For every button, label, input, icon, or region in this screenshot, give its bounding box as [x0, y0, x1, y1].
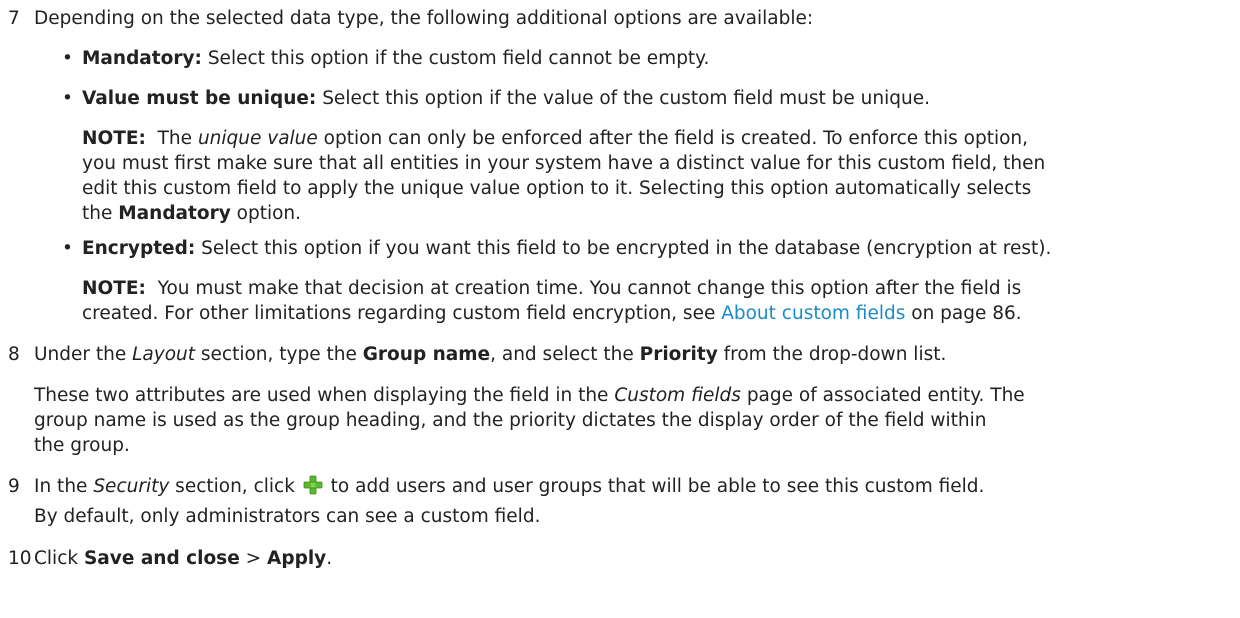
bullet-marker: • [62, 88, 73, 109]
emphasis: unique value [197, 128, 318, 149]
bullet-marker: • [62, 48, 73, 69]
note-label: NOTE: [82, 278, 146, 299]
bullet-text: Select this option if you want this fiel… [195, 238, 1052, 259]
bullet-text: Select this option if the custom field c… [201, 48, 710, 69]
bullet-term: Mandatory: [82, 48, 202, 69]
step-number: 8 [8, 344, 20, 365]
bullet-term: Encrypted: [82, 238, 196, 259]
step-text: Under the Layout section, type the Group… [34, 344, 947, 365]
bullet-marker: • [62, 238, 73, 259]
add-icon [303, 475, 323, 495]
about-custom-fields-link[interactable]: About custom fields [721, 303, 905, 324]
document-page: 7 Depending on the selected data type, t… [8, 8, 1052, 569]
note-label: NOTE: [82, 128, 146, 149]
step-text: Click Save and close > Apply. [34, 548, 333, 569]
step-number: 7 [8, 8, 20, 29]
note-line: you must first make sure that all entiti… [82, 153, 1046, 174]
step-number: 10 [8, 548, 32, 569]
bullet-term: Value must be unique: [82, 88, 317, 109]
bullet-text: Select this option if the value of the c… [316, 88, 930, 109]
step-text: Depending on the selected data type, the… [34, 8, 814, 29]
step-number: 9 [8, 476, 20, 497]
step-text: In the Security section, click to add us… [34, 475, 985, 497]
note-line: edit this custom field to apply the uniq… [82, 178, 1032, 199]
